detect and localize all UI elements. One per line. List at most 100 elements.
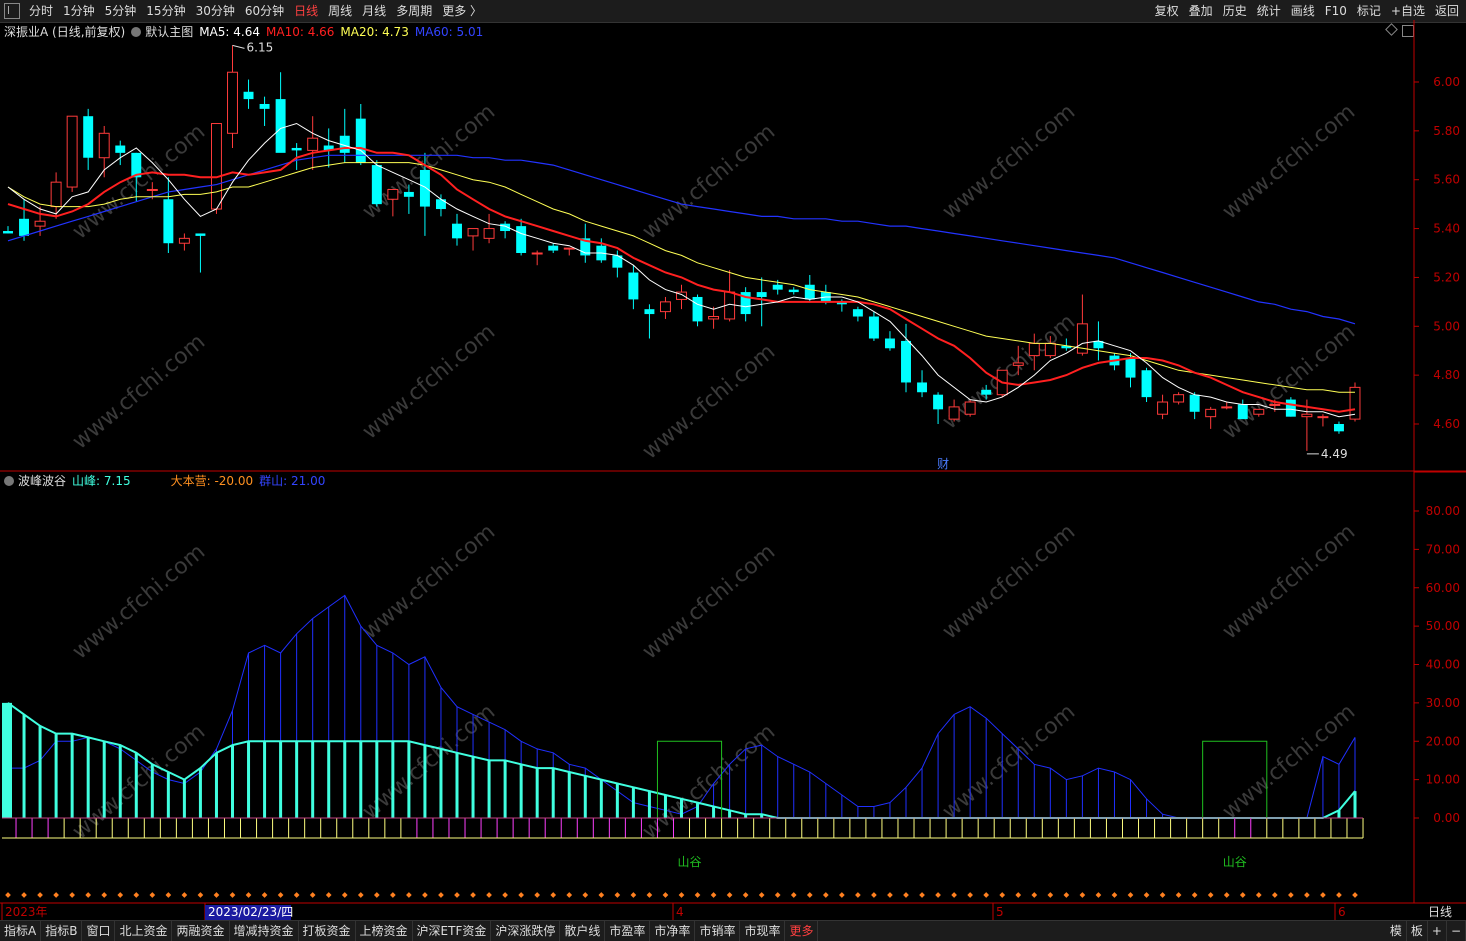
bottom-tab[interactable]: 窗口 bbox=[82, 921, 116, 941]
bottom-tab[interactable]: 上榜资金 bbox=[356, 921, 413, 941]
sub-tick-label: 10.00 bbox=[1426, 773, 1460, 787]
signal-dot bbox=[277, 892, 284, 898]
period-tab[interactable]: 15分钟 bbox=[141, 0, 190, 22]
chart-canvas[interactable]: 6.00 5.80 5.60 5.40 5.20 5.00 4.80 4.60 www.cfch… bbox=[0, 20, 1466, 920]
bottom-tab[interactable]: 散户线 bbox=[560, 921, 606, 941]
sidebar-toggle-icon[interactable] bbox=[4, 3, 20, 19]
period-bar: 分时 1分钟 5分钟 15分钟 30分钟 60分钟 日线 周线 月线 多周期 更… bbox=[4, 0, 487, 22]
signal-dot bbox=[1159, 892, 1166, 898]
sub-tick-label: 60.00 bbox=[1426, 581, 1460, 595]
restore-rights-button[interactable]: 复权 bbox=[1150, 0, 1184, 22]
bottom-right-control[interactable]: + bbox=[1428, 921, 1447, 941]
candle-body-down bbox=[243, 91, 254, 100]
watermark-text: www.cfchi.com bbox=[638, 539, 780, 664]
watermark-text: www.cfchi.com bbox=[68, 329, 210, 454]
bottom-tab[interactable]: 指标A bbox=[0, 921, 42, 941]
bottom-tab[interactable]: 市现率 bbox=[740, 921, 786, 941]
indicator-tabs: 指标A 指标B 窗口 北上资金 两融资金 增减持资金 打板资金 上榜资金 沪深ETF资金 沪深涨跌… bbox=[0, 921, 819, 941]
watermark-text: www.cfchi.com bbox=[938, 699, 1080, 824]
period-tab[interactable]: 60分钟 bbox=[240, 0, 289, 22]
signal-dot bbox=[887, 892, 893, 898]
candle-body-down bbox=[355, 118, 366, 163]
bottom-tab[interactable]: 指标B bbox=[41, 921, 83, 941]
signal-dot bbox=[1255, 892, 1262, 898]
period-tab[interactable]: 分时 bbox=[24, 0, 58, 22]
signal-dot bbox=[101, 892, 108, 898]
mark-button[interactable]: 标记 bbox=[1352, 0, 1386, 22]
candle-body-up bbox=[178, 237, 190, 244]
candle-body-down bbox=[163, 199, 174, 244]
period-tab-more[interactable]: 更多 〉 bbox=[437, 0, 487, 22]
bottom-right-control[interactable]: 板 bbox=[1407, 921, 1428, 941]
candle-body-down bbox=[917, 382, 928, 393]
bottom-tab[interactable]: 市净率 bbox=[650, 921, 696, 941]
candle-body-down bbox=[548, 245, 559, 251]
candle-body-down bbox=[1333, 424, 1344, 432]
signal-dot bbox=[341, 892, 348, 898]
draw-line-button[interactable]: 画线 bbox=[1286, 0, 1320, 22]
signal-dot bbox=[454, 892, 460, 898]
candle-body-up bbox=[1012, 362, 1024, 366]
signal-dot bbox=[903, 892, 909, 898]
signal-dot bbox=[678, 892, 685, 898]
candle-body-up bbox=[307, 137, 319, 151]
bottom-tab[interactable]: 两融资金 bbox=[172, 921, 230, 941]
candle-body-down bbox=[195, 233, 206, 236]
period-tab[interactable]: 多周期 bbox=[391, 0, 437, 22]
f10-button[interactable]: F10 bbox=[1320, 0, 1352, 22]
price-tick-label: 5.80 bbox=[1433, 124, 1460, 138]
bottom-tab[interactable]: 北上资金 bbox=[115, 921, 173, 941]
bottom-tab[interactable]: 沪深涨跌停 bbox=[491, 921, 561, 941]
period-tab[interactable]: 5分钟 bbox=[100, 0, 142, 22]
candle-body-down bbox=[516, 226, 527, 253]
sub-tick-label: 30.00 bbox=[1426, 696, 1460, 710]
signal-dot bbox=[422, 892, 428, 898]
candles-group bbox=[3, 45, 1361, 451]
add-watchlist-button[interactable]: +自选 bbox=[1386, 0, 1430, 22]
overlay-button[interactable]: 叠加 bbox=[1184, 0, 1218, 22]
bottom-tab[interactable]: 打板资金 bbox=[299, 921, 356, 941]
price-tick-label: 4.80 bbox=[1433, 368, 1460, 382]
candle-body-up bbox=[659, 301, 671, 313]
period-tab[interactable]: 周线 bbox=[323, 0, 357, 22]
signal-dot bbox=[37, 892, 43, 898]
price-tick-label: 5.60 bbox=[1433, 173, 1460, 187]
period-tab-daily[interactable]: 日线 bbox=[289, 0, 323, 22]
candle-body-down bbox=[868, 316, 879, 339]
candle-body-up bbox=[1044, 342, 1056, 357]
watermark-text: www.cfchi.com bbox=[938, 519, 1080, 644]
bottom-right-control[interactable]: − bbox=[1447, 921, 1466, 941]
period-tab[interactable]: 30分钟 bbox=[191, 0, 240, 22]
signal-dot bbox=[550, 892, 557, 898]
signal-dot bbox=[630, 892, 637, 898]
signal-dot bbox=[1191, 892, 1198, 898]
signal-dot bbox=[1111, 892, 1118, 898]
signal-dot bbox=[935, 892, 941, 898]
bottom-tab[interactable]: 沪深ETF资金 bbox=[413, 921, 492, 941]
bottom-tab[interactable]: 市盈率 bbox=[605, 921, 651, 941]
candle-body-down bbox=[452, 223, 462, 239]
bottom-right-control[interactable]: 模 bbox=[1386, 921, 1407, 941]
statistics-button[interactable]: 统计 bbox=[1252, 0, 1286, 22]
bottom-tab[interactable]: 市销率 bbox=[695, 921, 741, 941]
bottom-tab[interactable]: 更多 bbox=[785, 921, 819, 941]
signal-dot bbox=[1223, 892, 1230, 898]
signal-dot bbox=[406, 892, 412, 898]
candle-body-down bbox=[804, 284, 815, 300]
signal-dot bbox=[1143, 892, 1150, 898]
bottom-tab[interactable]: 增减持资金 bbox=[230, 921, 299, 941]
candle-body-down bbox=[933, 394, 944, 410]
period-tab[interactable]: 月线 bbox=[357, 0, 391, 22]
signal-dot bbox=[1304, 892, 1310, 898]
candle-body-down bbox=[371, 165, 382, 205]
back-button[interactable]: 返回 bbox=[1430, 0, 1464, 22]
signal-dot bbox=[999, 892, 1006, 898]
price-tick-label: 4.60 bbox=[1433, 417, 1460, 431]
history-button[interactable]: 历史 bbox=[1218, 0, 1252, 22]
signal-dot bbox=[855, 892, 861, 898]
price-tick-label: 5.40 bbox=[1433, 222, 1460, 236]
price-tick-label: 5.00 bbox=[1433, 319, 1460, 333]
candle-body-up bbox=[387, 188, 399, 200]
candle-body-down bbox=[852, 309, 863, 317]
period-tab[interactable]: 1分钟 bbox=[58, 0, 100, 22]
